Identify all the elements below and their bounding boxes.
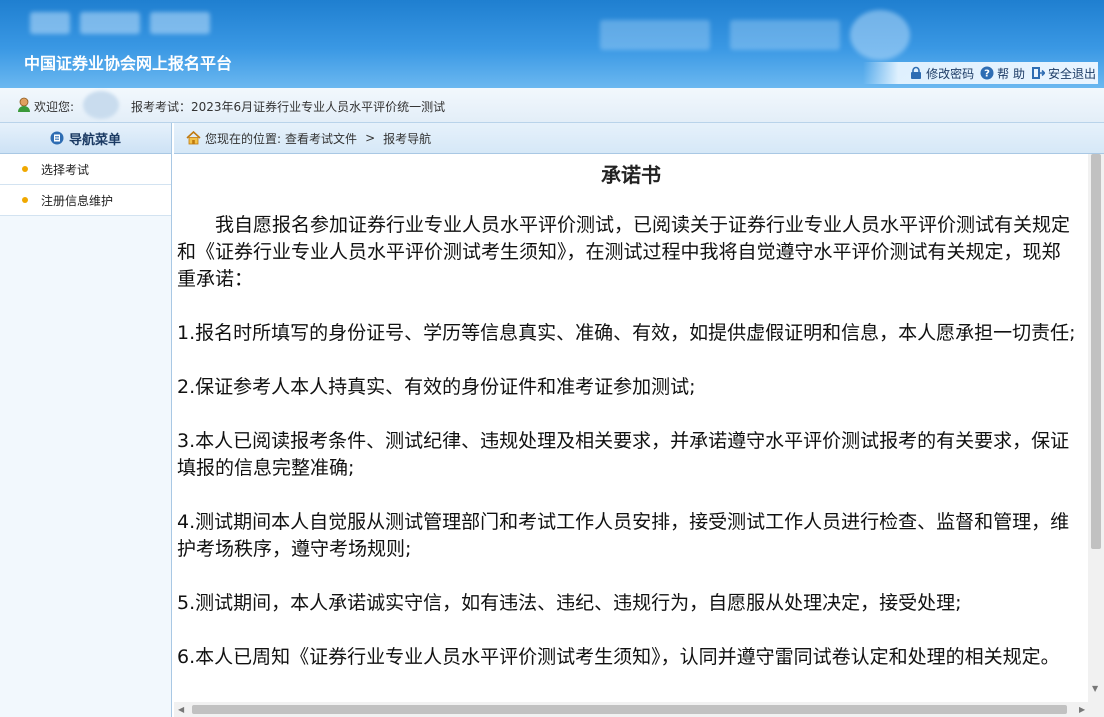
scroll-left-icon[interactable]: ◀	[178, 705, 184, 715]
home-icon	[186, 131, 201, 145]
site-title: 中国证券业协会网上报名平台	[24, 54, 233, 73]
blurred-banner-art	[730, 20, 840, 50]
commitment-item: 3.本人已阅读报考条件、测试纪律、违规处理及相关要求，并承诺遵守水平评价测试报考…	[177, 430, 1070, 479]
current-exam-text: 报考考试：2023年6月证券行业专业人员水平评价统一测试	[131, 100, 446, 114]
scroll-down-icon[interactable]: ▼	[1092, 684, 1098, 694]
vertical-scrollbar[interactable]: ▼	[1088, 154, 1104, 702]
document-intro: 我自愿报名参加证券行业专业人员水平评价测试，已阅读关于证券行业专业人员水平评价测…	[177, 214, 1071, 290]
commitment-item: 1.报名时所填写的身份证号、学历等信息真实、准确、有效，如提供虚假证明和信息，本…	[177, 322, 1076, 344]
menu-icon	[50, 131, 64, 145]
commitment-item: 6.本人已周知《证券行业专业人员水平评价测试考生须知》，认同并遵守雷同试卷认定和…	[177, 646, 1060, 668]
commitment-item: 4.测试期间本人自觉服从测试管理部门和考试工作人员安排，接受测试工作人员进行检查…	[177, 511, 1070, 560]
breadcrumb-prefix: 您现在的位置:	[205, 131, 282, 146]
breadcrumb-current: 报考导航	[383, 131, 432, 146]
user-icon	[18, 97, 30, 112]
bullet-icon	[22, 197, 28, 203]
breadcrumb: 您现在的位置: 查看考试文件 > 报考导航	[174, 123, 1104, 154]
breadcrumb-link-documents[interactable]: 查看考试文件	[285, 130, 357, 147]
bullet-icon	[22, 166, 28, 172]
scroll-right-icon[interactable]: ▶	[1079, 705, 1085, 715]
horizontal-scroll-thumb[interactable]	[192, 705, 1067, 714]
welcome-label: 欢迎您:	[34, 100, 75, 114]
welcome-bar: 欢迎您: 报考考试：2023年6月证券行业专业人员水平评价统一测试	[0, 88, 1104, 123]
horizontal-scrollbar[interactable]: ◀ ▶	[174, 702, 1104, 717]
change-password-link[interactable]: 修改密码	[909, 65, 974, 82]
avatar	[83, 91, 119, 119]
sidebar-item-label: 选择考试	[41, 162, 90, 177]
logout-link[interactable]: 安全退出	[1031, 65, 1096, 82]
commitment-item: 5.测试期间，本人承诺诚实守信，如有违法、违纪、违规行为，自愿服从处理决定，接受…	[177, 592, 962, 614]
lock-icon	[911, 66, 922, 79]
breadcrumb-separator: >	[365, 131, 376, 145]
blurred-logo	[80, 12, 140, 34]
sidebar-item-select-exam[interactable]: 选择考试	[0, 154, 171, 185]
sidebar-item-label: 注册信息维护	[41, 193, 114, 208]
help-link[interactable]: ? 帮 助	[980, 65, 1025, 82]
help-label: 帮 助	[997, 66, 1025, 81]
document-title: 承诺书	[601, 163, 661, 187]
header-links: 修改密码 ? 帮 助 安全退出	[863, 62, 1098, 84]
change-password-label: 修改密码	[926, 66, 975, 81]
logout-label: 安全退出	[1047, 66, 1096, 81]
blurred-banner-art	[850, 10, 910, 60]
sidebar-title: 导航菜单	[68, 132, 121, 148]
commitment-document: 承诺书 我自愿报名参加证券行业专业人员水平评价测试，已阅读关于证券行业专业人员水…	[174, 154, 1088, 702]
sidebar-item-registration-info[interactable]: 注册信息维护	[0, 185, 171, 216]
blurred-logo	[30, 12, 70, 34]
sidebar-nav: 导航菜单 选择考试 注册信息维护	[0, 123, 172, 717]
logout-icon	[1031, 67, 1045, 79]
header-banner: 中国证券业协会网上报名平台 修改密码 ? 帮 助 安全退出	[0, 0, 1104, 88]
sidebar-header: 导航菜单	[0, 123, 171, 154]
help-icon: ?	[980, 66, 994, 80]
vertical-scroll-thumb[interactable]	[1091, 154, 1101, 549]
commitment-item: 2.保证参考人本人持真实、有效的身份证件和准考证参加测试;	[177, 376, 696, 398]
blurred-banner-art	[600, 20, 710, 50]
blurred-logo	[150, 12, 210, 34]
svg-text:?: ?	[984, 69, 990, 80]
